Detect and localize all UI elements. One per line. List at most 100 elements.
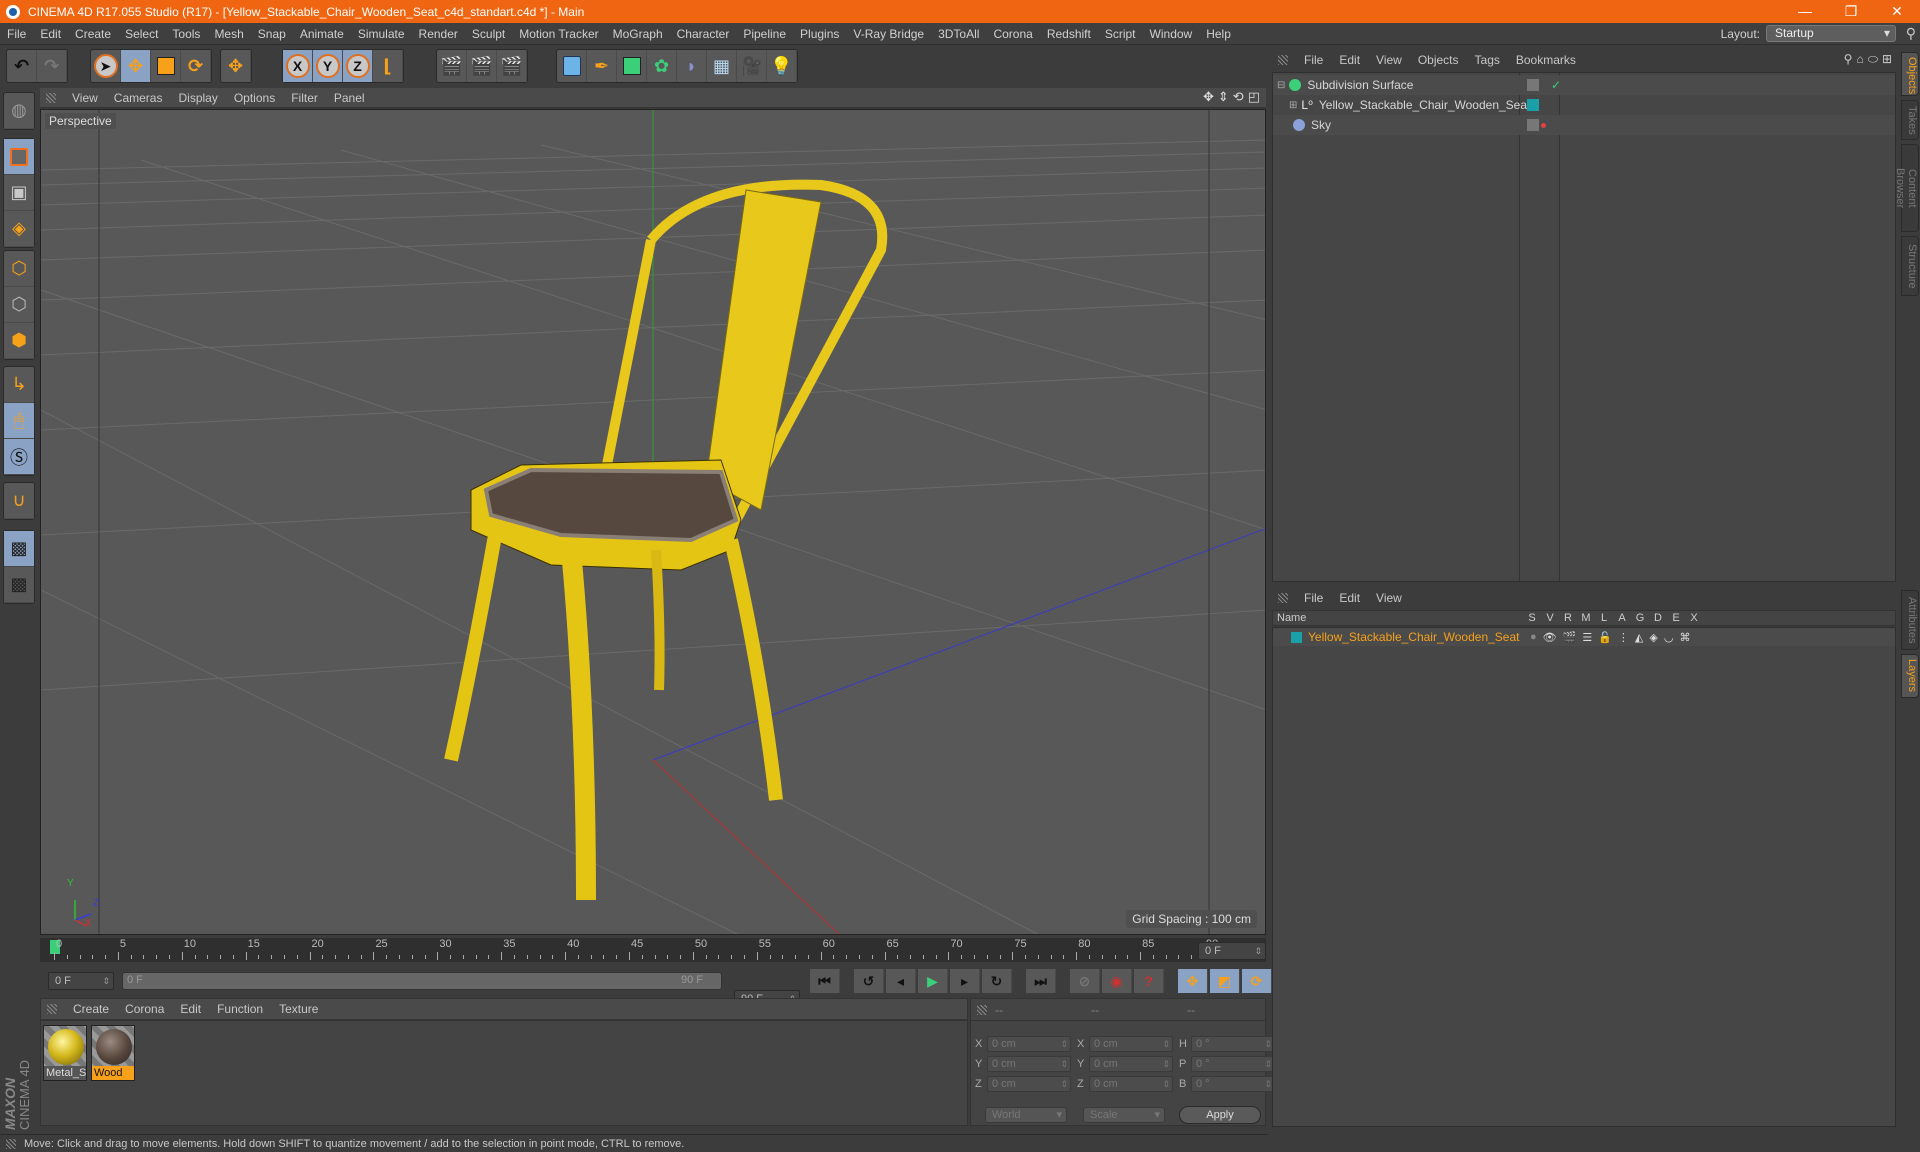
menu-corona[interactable]: Corona [986,27,1039,41]
redo-button[interactable]: ↷ [37,50,67,82]
solo-toggle-icon[interactable]: ● [1530,631,1537,644]
material-menu-create[interactable]: Create [65,1002,117,1016]
auto-keying-button[interactable]: ◉ [1102,969,1132,993]
size-z-field[interactable]: 0 cm [1089,1076,1173,1092]
texture-mode-button[interactable]: ▣ [4,175,34,211]
move-tool-button[interactable]: ✥ [121,50,151,82]
key-scale-button[interactable]: ◩ [1210,969,1240,993]
material-menu-texture[interactable]: Texture [271,1002,326,1016]
rotation-b-field[interactable]: 0 ° [1191,1076,1275,1092]
viewport-menu-display[interactable]: Display [170,91,225,105]
menu-sculpt[interactable]: Sculpt [465,27,512,41]
viewport-menu-options[interactable]: Options [226,91,283,105]
position-x-field[interactable]: 0 cm [987,1036,1071,1052]
minimize-button[interactable]: — [1782,0,1828,23]
column-expressions[interactable]: E [1667,612,1685,624]
key-position-button[interactable]: ✥ [1178,969,1208,993]
coordinate-space-dropdown[interactable]: World [985,1107,1067,1123]
column-name[interactable]: Name [1273,612,1523,624]
menu-edit[interactable]: Edit [33,27,68,41]
menu-help[interactable]: Help [1199,27,1238,41]
tab-attributes[interactable]: Attributes [1901,590,1919,650]
timeline-ruler[interactable]: 051015202530354045505560657075808590 [40,938,1266,962]
column-deformers[interactable]: D [1649,612,1667,624]
object-menu-file[interactable]: File [1296,53,1331,67]
lock-toggle-icon[interactable]: 🔓 [1598,631,1612,644]
filter-icon[interactable]: ⬭ [1868,52,1878,67]
view-toggle-icon[interactable]: 👁 [1543,631,1557,644]
z-axis-button[interactable]: Z [343,50,373,82]
viewport-menu-filter[interactable]: Filter [283,91,326,105]
scale-tool-button[interactable] [151,50,181,82]
viewport-menu-cameras[interactable]: Cameras [106,91,171,105]
rotation-h-field[interactable]: 0 ° [1191,1036,1275,1052]
home-icon[interactable]: ⌂ [1856,52,1863,67]
coordinate-system-button[interactable]: ⌊ [373,50,403,82]
deformer-button[interactable]: ◗ [677,50,707,82]
cloner-button[interactable]: ✿ [647,50,677,82]
menu-tools[interactable]: Tools [165,27,207,41]
render-picture-viewer-button[interactable]: 🎬 [467,50,497,82]
editor-render-toggle[interactable] [1527,79,1539,91]
menu-select[interactable]: Select [118,27,165,41]
object-menu-objects[interactable]: Objects [1410,53,1467,67]
align-workplane-button[interactable]: ▩ [4,567,34,603]
undo-button[interactable]: ↶ [7,50,37,82]
range-slider[interactable]: 0 F 90 F [122,972,722,990]
recent-tool-button[interactable]: ✥ [221,50,251,82]
column-xref[interactable]: X [1685,612,1703,624]
menu-mograph[interactable]: MoGraph [606,27,670,41]
record-keys-button[interactable]: ⊘ [1070,969,1100,993]
live-selection-button[interactable]: ➤ [91,50,121,82]
lock-workplane-button[interactable]: ▩ [4,531,34,567]
key-rotation-button[interactable]: ⟳ [1242,969,1272,993]
deformers-toggle-icon[interactable]: ◈ [1649,631,1657,644]
panel-grip-icon[interactable] [1278,593,1288,603]
column-solo[interactable]: S [1523,612,1541,624]
render-settings-button[interactable]: 🎬 [497,50,527,82]
menu-window[interactable]: Window [1143,27,1200,41]
size-y-field[interactable]: 0 cm [1089,1056,1173,1072]
menu-simulate[interactable]: Simulate [351,27,412,41]
layer-menu-edit[interactable]: Edit [1331,591,1368,605]
play-button[interactable]: ▶ [918,969,948,993]
editor-render-toggle[interactable] [1527,119,1539,131]
tab-layers[interactable]: Layers [1901,654,1919,698]
new-window-icon[interactable]: ⊞ [1882,52,1892,67]
panel-grip-icon[interactable] [6,1138,16,1149]
menu-render[interactable]: Render [412,27,465,41]
enable-axis-button[interactable]: ↳ [4,367,34,403]
next-key-button[interactable]: ↻ [982,969,1012,993]
visibility-dot[interactable] [1541,122,1546,128]
object-menu-bookmarks[interactable]: Bookmarks [1508,53,1584,67]
toggle-view-icon[interactable]: ◰ [1248,89,1260,105]
layout-dropdown[interactable]: Startup [1766,25,1896,42]
current-frame-field[interactable]: 0 F [1198,942,1266,960]
generators-toggle-icon[interactable]: ◭ [1635,631,1643,644]
material-menu-function[interactable]: Function [209,1002,271,1016]
light-button[interactable]: 💡 [767,50,797,82]
expressions-toggle-icon[interactable]: ◡ [1664,631,1674,644]
menu-snap[interactable]: Snap [251,27,293,41]
go-to-end-button[interactable]: ⏭ [1026,969,1056,993]
column-locked[interactable]: L [1595,612,1613,624]
layer-color-tag[interactable] [1527,99,1539,111]
cube-button[interactable] [557,50,587,82]
polygons-mode-button[interactable]: ⬢ [4,323,34,359]
workplane-mode-button[interactable]: ◈ [4,211,34,247]
menu-character[interactable]: Character [670,27,737,41]
panel-grip-icon[interactable] [47,1004,57,1014]
xref-toggle-icon[interactable]: ⌘ [1679,631,1690,644]
close-button[interactable]: ✕ [1874,0,1920,23]
tab-content-browser[interactable]: Content Browser [1894,144,1919,232]
tab-takes[interactable]: Takes [1901,100,1919,140]
menu-script[interactable]: Script [1098,27,1143,41]
rotation-p-field[interactable]: 0 ° [1191,1056,1275,1072]
y-axis-button[interactable]: Y [313,50,343,82]
menu-file[interactable]: File [0,27,33,41]
object-row-chair[interactable]: ⊞ L⁰ Yellow_Stackable_Chair_Wooden_Seat [1273,95,1895,115]
tab-structure[interactable]: Structure [1901,236,1919,296]
go-to-start-button[interactable]: ⏮ [810,969,840,993]
x-axis-button[interactable]: X [283,50,313,82]
menu-mesh[interactable]: Mesh [207,27,250,41]
